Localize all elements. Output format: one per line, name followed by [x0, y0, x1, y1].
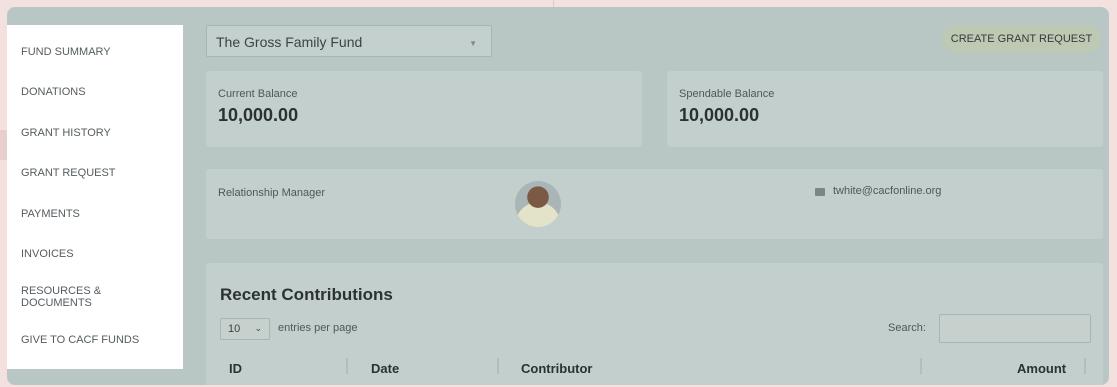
fund-select[interactable]: The Gross Family Fund ▼ — [206, 25, 492, 57]
fund-select-value: The Gross Family Fund — [216, 34, 363, 50]
column-header-contributor[interactable]: Contributor — [521, 361, 592, 376]
entries-per-page-value: 10 — [228, 323, 241, 335]
app-window: FUND SUMMARY DONATIONS GRANT HISTORY GRA… — [7, 7, 1109, 385]
relationship-manager-card: Relationship Manager twhite@cacfonline.o… — [206, 169, 1103, 239]
avatar — [515, 181, 561, 227]
relationship-manager-label: Relationship Manager — [218, 187, 326, 199]
spendable-balance-label: Spendable Balance — [679, 88, 775, 100]
column-header-id[interactable]: ID — [229, 361, 242, 376]
column-header-amount[interactable]: Amount — [1017, 361, 1066, 376]
create-grant-request-button[interactable]: CREATE GRANT REQUEST — [942, 25, 1101, 53]
column-header-date[interactable]: Date — [371, 361, 399, 376]
sidebar-item-donations[interactable]: DONATIONS — [21, 86, 86, 98]
sidebar-item-invoices[interactable]: INVOICES — [21, 248, 74, 260]
relationship-manager-email[interactable]: twhite@cacfonline.org — [833, 185, 941, 197]
sidebar-item-give-to-cacf-funds[interactable]: GIVE TO CACF FUNDS — [21, 334, 139, 346]
sort-icon — [920, 358, 922, 374]
sidebar-item-resources-documents[interactable]: RESOURCES & DOCUMENTS — [21, 285, 121, 309]
sidebar-item-payments[interactable]: PAYMENTS — [21, 208, 80, 220]
current-balance-card: Current Balance 10,000.00 — [206, 71, 642, 147]
spendable-balance-card: Spendable Balance 10,000.00 — [667, 71, 1103, 147]
sidebar-item-grant-request[interactable]: GRANT REQUEST — [21, 167, 116, 179]
sort-icon — [497, 358, 499, 374]
sidebar-item-grant-history[interactable]: GRANT HISTORY — [21, 127, 111, 139]
search-input[interactable] — [939, 314, 1091, 343]
current-balance-label: Current Balance — [218, 88, 298, 100]
recent-contributions-title: Recent Contributions — [220, 285, 393, 304]
mail-icon — [815, 188, 825, 196]
chevron-down-icon: ▼ — [469, 39, 477, 48]
search-label: Search: — [888, 322, 926, 334]
entries-per-page-select[interactable]: 10 ⌄ — [220, 318, 270, 340]
sidebar: FUND SUMMARY DONATIONS GRANT HISTORY GRA… — [7, 25, 183, 369]
spendable-balance-value: 10,000.00 — [679, 105, 760, 125]
chevron-down-icon: ⌄ — [254, 323, 262, 333]
entries-per-page-label: entries per page — [278, 322, 358, 334]
recent-contributions-card: Recent Contributions 10 ⌄ entries per pa… — [206, 263, 1103, 385]
sort-icon — [1084, 358, 1086, 374]
current-balance-value: 10,000.00 — [218, 105, 299, 125]
sidebar-item-fund-summary[interactable]: FUND SUMMARY — [21, 46, 111, 58]
sort-icon — [346, 358, 348, 374]
